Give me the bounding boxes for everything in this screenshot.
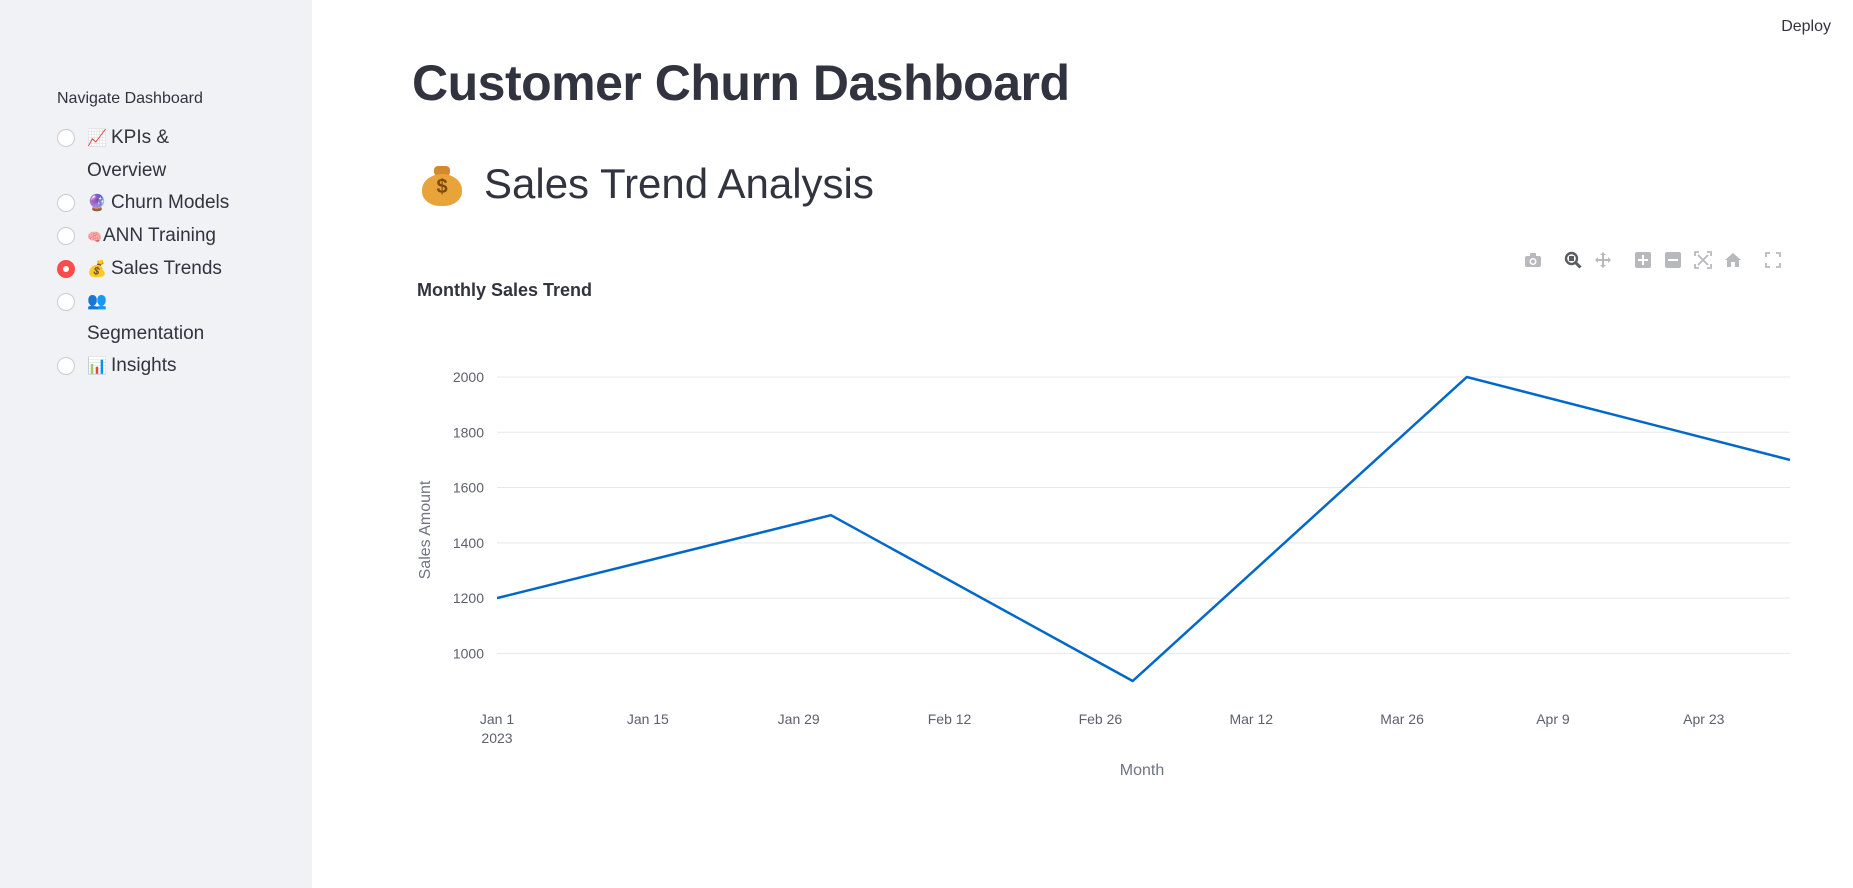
x-tick-label: Jan 1: [480, 711, 514, 727]
x-tick-label: Feb 26: [1079, 711, 1123, 727]
y-tick-label: 2000: [453, 369, 484, 385]
x-axis-ticks: Jan 1 Jan 15 Jan 29 Feb 12 Feb 26 Mar 12 Mar 2…: [480, 711, 1725, 746]
chart-series: [493, 373, 1794, 685]
x-tick-label: Mar 12: [1229, 711, 1273, 727]
x-tick-label: Jan 15: [627, 711, 669, 727]
x-tick-label: Mar 26: [1380, 711, 1424, 727]
x-axis-title: Month: [1120, 762, 1164, 779]
x-tick-label: Apr 9: [1536, 711, 1570, 727]
data-point[interactable]: [827, 511, 835, 519]
y-axis-ticks: 1000 1200 1400 1600 1800 2000: [453, 369, 484, 661]
x-tick-label: Jan 29: [778, 711, 820, 727]
y-tick-label: 1600: [453, 480, 484, 496]
sales-series-line[interactable]: [497, 375, 1790, 683]
data-point[interactable]: [493, 594, 501, 602]
y-axis-title: Sales Amount: [417, 480, 434, 579]
chart-gridlines: [497, 376, 1790, 654]
x-tick-label: Feb 12: [928, 711, 972, 727]
data-point[interactable]: [1786, 456, 1794, 464]
x-tick-year-label: 2023: [481, 730, 512, 746]
y-tick-label: 1400: [453, 535, 484, 551]
data-point[interactable]: [1129, 677, 1137, 685]
line-chart[interactable]: 100012001400160018002000 Jan 1 Jan 15 Jan …: [0, 0, 1853, 888]
y-tick-label: 1800: [453, 424, 484, 440]
y-tick-label: 1000: [453, 645, 484, 661]
data-point[interactable]: [1463, 373, 1471, 381]
x-tick-label: Apr 23: [1683, 711, 1724, 727]
y-tick-label: 1200: [453, 590, 484, 606]
